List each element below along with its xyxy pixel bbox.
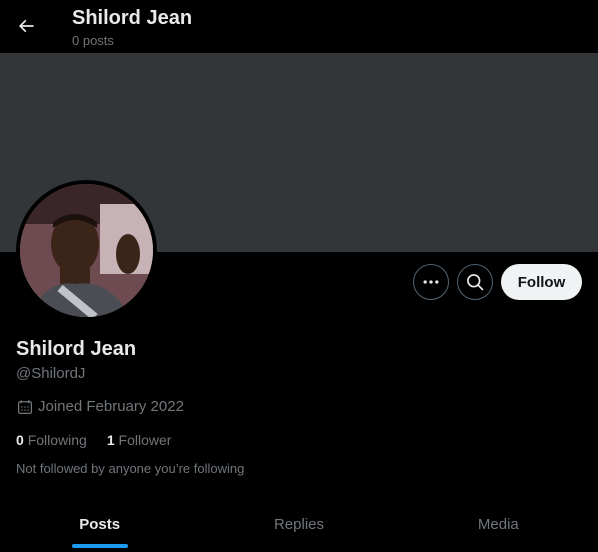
tab-replies-label: Replies [273, 515, 324, 533]
user-handle: @ShilordJ [16, 365, 86, 382]
search-posts-button[interactable] [457, 264, 493, 300]
profile-page: Shilord Jean 0 posts Follow Shilord Jean… [0, 0, 598, 552]
top-bar: Shilord Jean 0 posts [0, 0, 598, 53]
arrow-left-icon [18, 19, 34, 33]
more-button[interactable] [413, 264, 449, 300]
join-date: Joined February 2022 [16, 397, 184, 417]
profile-tabs: Posts Replies Media [0, 498, 598, 552]
tab-media[interactable]: Media [399, 498, 598, 550]
header-title: Shilord Jean [72, 7, 193, 29]
following-count: 0 [16, 432, 24, 448]
tab-media-label: Media [477, 515, 519, 533]
display-name: Shilord Jean [16, 338, 137, 360]
follow-stats: 0 Following 1 Follower [16, 431, 191, 449]
avatar[interactable] [16, 180, 157, 321]
avatar-image [20, 184, 153, 317]
following-link[interactable]: 0 Following [16, 431, 87, 449]
more-icon [423, 280, 439, 284]
following-label: Following [27, 432, 87, 448]
followers-count: 1 [106, 432, 115, 448]
post-count: 0 posts [72, 33, 114, 48]
back-button[interactable] [8, 8, 44, 44]
followers-label: Follower [118, 432, 172, 448]
active-tab-indicator [71, 544, 128, 548]
search-icon [467, 274, 484, 291]
calendar-icon [17, 400, 33, 415]
tab-posts[interactable]: Posts [0, 498, 199, 550]
tab-replies[interactable]: Replies [199, 498, 398, 550]
mutuals-note: Not followed by anyone you’re following [16, 461, 245, 476]
follow-button[interactable]: Follow [501, 264, 582, 300]
tab-posts-label: Posts [79, 515, 121, 533]
join-date-text: Joined February 2022 [38, 398, 184, 415]
followers-link[interactable]: 1 Follower [107, 431, 172, 449]
